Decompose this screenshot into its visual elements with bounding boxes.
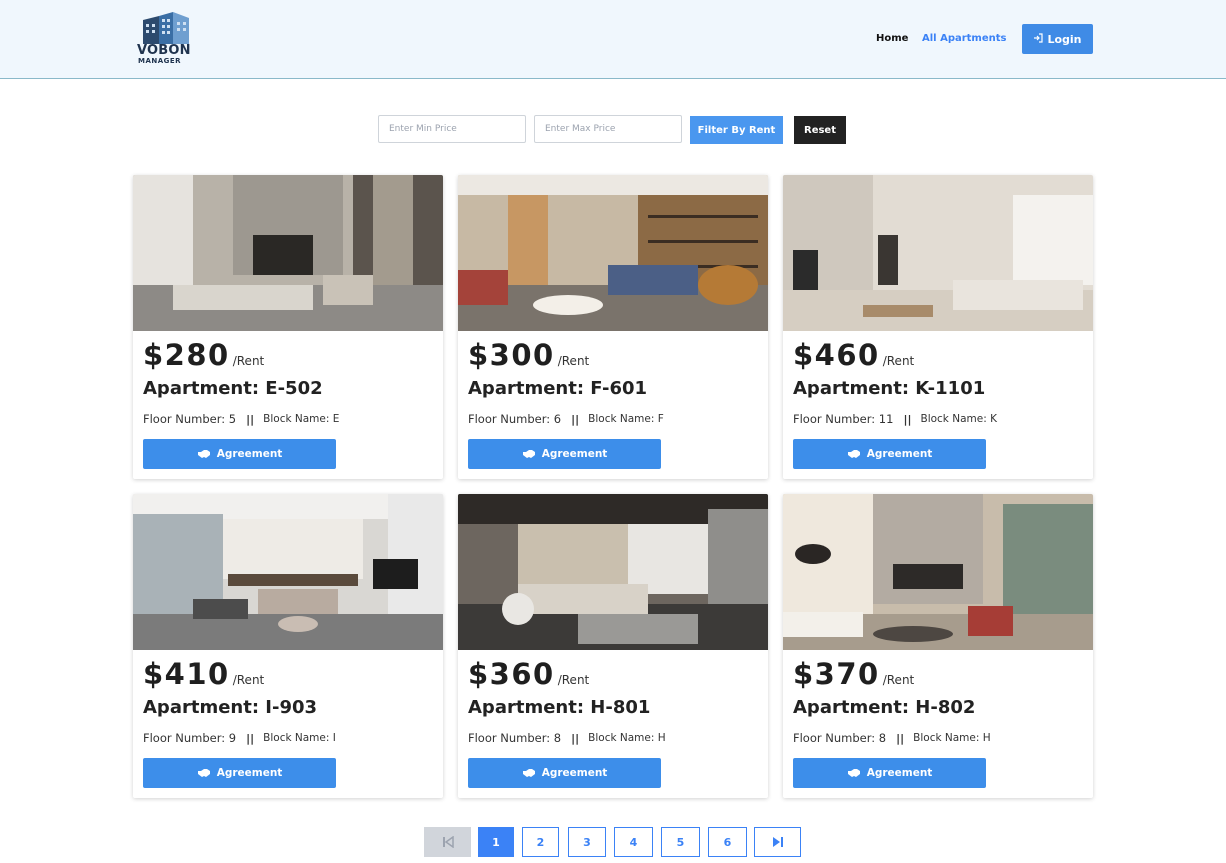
handshake-icon (847, 450, 860, 458)
min-price-input[interactable] (378, 115, 526, 143)
apartment-card: $300 /Rent Apartment: F-601 Floor Number… (458, 175, 768, 479)
apartment-photo (133, 494, 443, 650)
apartment-card: $360 /Rent Apartment: H-801 Floor Number… (458, 494, 768, 798)
agreement-button[interactable]: Agreement (793, 439, 986, 469)
agreement-button[interactable]: Agreement (468, 439, 661, 469)
meta-separator: || (246, 731, 255, 745)
page-button-5[interactable]: 5 (661, 827, 700, 857)
last-page-button[interactable] (754, 827, 801, 857)
agreement-button[interactable]: Agreement (468, 758, 661, 788)
block-name: Block Name: K (920, 413, 997, 425)
login-button[interactable]: Login (1022, 24, 1093, 54)
rent-period: /Rent (232, 354, 265, 368)
apartment-card: $410 /Rent Apartment: I-903 Floor Number… (133, 494, 443, 798)
meta-separator: || (571, 412, 580, 426)
rent-price: $410 (143, 657, 230, 691)
page-button-6[interactable]: 6 (708, 827, 747, 857)
rent-period: /Rent (557, 673, 590, 687)
agreement-label: Agreement (866, 448, 933, 460)
agreement-button[interactable]: Agreement (143, 439, 336, 469)
rent-period: /Rent (557, 354, 590, 368)
handshake-icon (197, 450, 210, 458)
meta-separator: || (246, 412, 255, 426)
rent-period: /Rent (882, 354, 915, 368)
apartment-photo (783, 175, 1093, 331)
floor-number: Floor Number: 8 (468, 731, 562, 745)
apartment-card: $370 /Rent Apartment: H-802 Floor Number… (783, 494, 1093, 798)
apartment-photo (783, 494, 1093, 650)
agreement-button[interactable]: Agreement (143, 758, 336, 788)
meta-separator: || (896, 731, 905, 745)
agreement-label: Agreement (541, 448, 608, 460)
logo-subtitle: MANAGER (138, 57, 182, 65)
block-name: Block Name: F (588, 413, 664, 425)
meta-separator: || (571, 731, 580, 745)
first-page-button[interactable] (424, 827, 471, 857)
last-page-icon (772, 837, 783, 847)
nav-home-link[interactable]: Home (876, 33, 908, 44)
page-button-4[interactable]: 4 (614, 827, 653, 857)
handshake-icon (522, 769, 535, 777)
login-icon (1033, 32, 1044, 46)
rent-price: $370 (793, 657, 880, 691)
building-logo-icon (143, 12, 189, 44)
nav-all-apartments-link[interactable]: All Apartments (922, 33, 1007, 44)
agreement-label: Agreement (866, 767, 933, 779)
block-name: Block Name: H (913, 732, 991, 744)
apartment-title: Apartment: H-802 (793, 697, 976, 718)
max-price-input[interactable] (534, 115, 682, 143)
rent-price: $460 (793, 338, 880, 372)
apartment-title: Apartment: I-903 (143, 697, 318, 718)
page-button-1[interactable]: 1 (478, 827, 514, 857)
handshake-icon (197, 769, 210, 777)
apartment-card: $460 /Rent Apartment: K-1101 Floor Numbe… (783, 175, 1093, 479)
floor-number: Floor Number: 9 (143, 731, 237, 745)
site-header: VOBON MANAGER Home All Apartments Login (0, 0, 1226, 79)
floor-number: Floor Number: 6 (468, 412, 562, 426)
rent-price: $300 (468, 338, 555, 372)
filter-by-rent-button[interactable]: Filter By Rent (690, 116, 783, 144)
logo-title: VOBON (137, 43, 191, 58)
apartment-photo (133, 175, 443, 331)
logo[interactable]: VOBON MANAGER (133, 10, 205, 68)
rent-price: $280 (143, 338, 230, 372)
floor-number: Floor Number: 8 (793, 731, 887, 745)
agreement-label: Agreement (216, 767, 283, 779)
agreement-label: Agreement (216, 448, 283, 460)
agreement-label: Agreement (541, 767, 608, 779)
agreement-button[interactable]: Agreement (793, 758, 986, 788)
page-button-3[interactable]: 3 (568, 827, 606, 857)
reset-button[interactable]: Reset (794, 116, 846, 144)
floor-number: Floor Number: 5 (143, 412, 237, 426)
page-button-2[interactable]: 2 (522, 827, 559, 857)
apartment-title: Apartment: K-1101 (793, 378, 986, 399)
rent-price: $360 (468, 657, 555, 691)
block-name: Block Name: H (588, 732, 666, 744)
handshake-icon (847, 769, 860, 777)
rent-period: /Rent (882, 673, 915, 687)
handshake-icon (522, 450, 535, 458)
apartment-card: $280 /Rent Apartment: E-502 Floor Number… (133, 175, 443, 479)
block-name: Block Name: E (263, 413, 340, 425)
apartment-title: Apartment: E-502 (143, 378, 323, 399)
login-label: Login (1047, 32, 1082, 46)
meta-separator: || (903, 412, 912, 426)
block-name: Block Name: I (263, 732, 336, 744)
apartment-photo (458, 175, 768, 331)
first-page-icon (442, 836, 454, 848)
apartment-title: Apartment: F-601 (468, 378, 648, 399)
floor-number: Floor Number: 11 (793, 412, 894, 426)
rent-period: /Rent (232, 673, 265, 687)
apartment-title: Apartment: H-801 (468, 697, 651, 718)
apartment-photo (458, 494, 768, 650)
